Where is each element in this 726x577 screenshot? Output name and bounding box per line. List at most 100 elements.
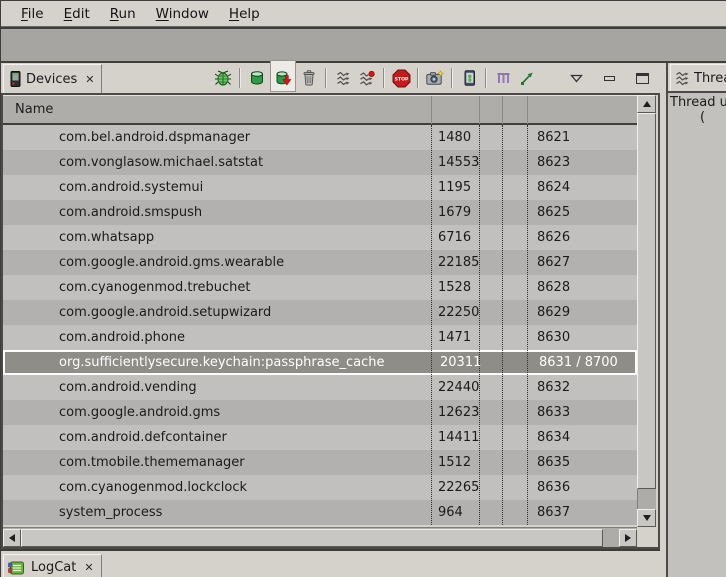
scroll-up-button[interactable]: [637, 95, 656, 113]
table-body: com.bel.android.dspmanager14808621com.vo…: [3, 125, 637, 525]
column-divider[interactable]: [502, 96, 503, 124]
table-row[interactable]: com.whatsapp67168626: [3, 225, 637, 250]
threads-message-line2: (: [700, 110, 726, 125]
cell-name: system_process: [3, 505, 431, 520]
view-menu-button[interactable]: [565, 66, 587, 90]
cell-pid: 22185: [431, 255, 479, 270]
cell-port: 8635: [527, 455, 637, 470]
cell-pid: 1195: [431, 180, 479, 195]
close-icon[interactable]: ✕: [82, 73, 94, 86]
cell-pid: 1480: [431, 130, 479, 145]
cell-pid: 1528: [431, 280, 479, 295]
update-heap-icon: [249, 70, 265, 86]
dump-view-hierarchy-button[interactable]: [492, 66, 514, 90]
tab-logcat[interactable]: LogCat ✕: [3, 554, 102, 577]
table-row[interactable]: com.cyanogenmod.trebuchet1528 8628: [3, 275, 637, 300]
update-threads-button[interactable]: [332, 66, 354, 90]
tab-threads[interactable]: Threads: [670, 64, 726, 91]
update-heap-button[interactable]: [246, 66, 268, 90]
cell-port: 8623: [527, 155, 637, 170]
tab-devices[interactable]: Devices ✕: [3, 64, 102, 93]
table-row[interactable]: com.google.android.setupwizard222508629: [3, 300, 637, 325]
devices-table: Name com.bel.android.dspmanager14808621c…: [1, 93, 660, 549]
svg-text:STOP: STOP: [394, 76, 408, 82]
left-arrow-icon: [9, 534, 15, 542]
cell-name: com.whatsapp: [3, 230, 431, 245]
up-arrow-icon: [643, 101, 651, 107]
main-toolbar-strip: [1, 27, 726, 63]
cell-port: 8629: [527, 305, 637, 320]
table-row[interactable]: com.cyanogenmod.lockclock222658636: [3, 475, 637, 500]
cell-port: 8628: [527, 280, 637, 295]
column-divider[interactable]: [479, 96, 480, 124]
column-divider[interactable]: [431, 96, 432, 124]
toolbar-separator: [451, 68, 453, 88]
debug-button[interactable]: [212, 66, 234, 90]
toolbar-separator: [325, 68, 327, 88]
cell-name: com.cyanogenmod.lockclock: [3, 480, 431, 495]
cell-pid: 14553: [431, 155, 479, 170]
dump-hprof-icon: [275, 70, 292, 86]
maximize-button[interactable]: [631, 66, 653, 90]
toolbar-separator: [383, 68, 385, 88]
scroll-down-button[interactable]: [637, 509, 656, 527]
cell-pid: 964: [431, 505, 479, 520]
table-row[interactable]: com.android.smspush16798625: [3, 200, 637, 225]
menu-item-file[interactable]: File: [11, 4, 54, 24]
logcat-bar: LogCat ✕: [1, 549, 660, 577]
horizontal-scrollbar-track[interactable]: [3, 527, 637, 547]
cell-name: com.cyanogenmod.trebuchet: [3, 280, 431, 295]
menu-item-run[interactable]: Run: [100, 4, 146, 24]
stop-threads-icon: [359, 71, 375, 86]
scroll-left-button[interactable]: [3, 529, 21, 547]
table-row[interactable]: org.sufficientlysecure.keychain:passphra…: [3, 350, 637, 375]
close-icon[interactable]: ✕: [81, 561, 93, 574]
threads-icon: [675, 71, 690, 86]
table-row[interactable]: com.google.android.gms126238633: [3, 400, 637, 425]
cell-pid: 14411: [431, 430, 479, 445]
cell-port: 8624: [527, 180, 637, 195]
minimize-icon: [604, 76, 615, 81]
scrollbar-corner: [637, 527, 656, 547]
menu-item-edit[interactable]: Edit: [54, 4, 100, 24]
table-row[interactable]: com.android.systemui11958624: [3, 175, 637, 200]
devices-panel: Devices ✕ STOP Name com.bel.android.dspm…: [1, 63, 660, 549]
column-header-name[interactable]: Name: [3, 102, 53, 117]
cause-gc-button[interactable]: [298, 66, 320, 90]
vertical-scrollbar-thumb[interactable]: [637, 113, 656, 489]
cell-port: 8637: [527, 505, 637, 520]
screen-record-button[interactable]: [458, 66, 480, 90]
table-row[interactable]: com.android.defcontainer144118634: [3, 425, 637, 450]
view-menu-icon: [570, 74, 583, 83]
horizontal-scrollbar-thumb[interactable]: [21, 529, 603, 547]
ddms-window: FileEditRunWindowHelp Devices ✕ STOP Nam…: [0, 0, 726, 577]
menu-item-help[interactable]: Help: [219, 4, 270, 24]
cell-pid: 22440: [431, 380, 479, 395]
dump-hprof-button[interactable]: [270, 60, 296, 92]
table-row[interactable]: com.android.vending224408632: [3, 375, 637, 400]
threads-tab-bar: Threads: [668, 63, 726, 91]
table-row[interactable]: system_process964 8637: [3, 500, 637, 525]
logcat-icon: [8, 560, 26, 576]
table-row[interactable]: com.tmobile.thememanager15128635: [3, 450, 637, 475]
menu-item-window[interactable]: Window: [146, 4, 219, 24]
cell-pid: 12623: [431, 405, 479, 420]
column-divider[interactable]: [527, 96, 528, 124]
minimize-button[interactable]: [598, 66, 620, 90]
stop-threads-button[interactable]: [356, 66, 378, 90]
toolbar-separator: [485, 68, 487, 88]
table-row[interactable]: com.vonglasow.michael.satstat145538623: [3, 150, 637, 175]
cell-pid: 22265: [431, 480, 479, 495]
table-row[interactable]: com.android.phone14718630: [3, 325, 637, 350]
tab-threads-label: Threads: [694, 71, 726, 86]
table-row[interactable]: com.google.android.gms.wearable221858627: [3, 250, 637, 275]
table-header[interactable]: Name: [3, 95, 637, 125]
right-arrow-icon: [625, 534, 631, 542]
screen-capture-button[interactable]: [424, 66, 446, 90]
table-row[interactable]: com.bel.android.dspmanager14808621: [3, 125, 637, 150]
scroll-right-button[interactable]: [619, 529, 637, 547]
stop-process-button[interactable]: STOP: [390, 66, 412, 90]
devices-toolbar: STOP: [211, 63, 654, 93]
screen-record-icon: [461, 70, 478, 86]
systrace-button[interactable]: [516, 66, 538, 90]
